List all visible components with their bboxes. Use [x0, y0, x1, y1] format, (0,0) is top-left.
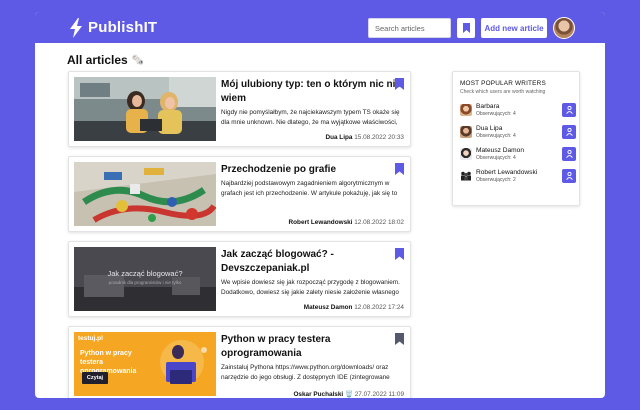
article-author[interactable]: Oskar Puchalski	[293, 391, 343, 398]
writer-item[interactable]: Robert Lewandowski Obserwujących: 2	[460, 168, 576, 184]
panel-title: MOST POPULAR WRITERS	[460, 80, 546, 87]
writer-item[interactable]: Dua Lipa Obserwujących: 4	[460, 124, 576, 140]
article-thumbnail: testuj.pl Python w pracy testera oprogra…	[74, 332, 216, 396]
newspaper-emoji: 🗞️	[131, 54, 145, 66]
article-title[interactable]: Mój ulubiony typ: ten o którym nic nie w…	[221, 78, 401, 105]
follow-writer-button[interactable]	[562, 103, 576, 117]
article-date: 12.08.2022 17:24	[354, 304, 404, 311]
bookmark-icon[interactable]	[395, 333, 404, 345]
writer-item[interactable]: Mateusz Damon Obserwujących: 4	[460, 146, 576, 162]
writer-name[interactable]: Mateusz Damon	[476, 147, 524, 154]
article-meta: Oskar Puchalski 🗑️ 27.07.2022 11:09	[293, 390, 404, 398]
article-description: Nigdy nie pomyślałbym, że najciekawszym …	[221, 109, 400, 126]
article-title[interactable]: Jak zacząć blogować? - Devszczepaniak.pl	[221, 248, 401, 275]
article-author[interactable]: Dua Lipa	[325, 134, 352, 141]
page-title: All articles 🗞️	[67, 53, 144, 67]
bookmark-icon[interactable]	[395, 78, 404, 90]
lightning-logo-icon[interactable]	[69, 18, 83, 38]
user-icon	[565, 150, 573, 158]
thumbnail-caption: Jak zacząć blogować?	[107, 269, 183, 278]
bookmark-icon[interactable]	[395, 248, 404, 260]
article-card[interactable]: Przechodzenie po grafie Najbardziej pods…	[68, 156, 411, 232]
user-icon	[565, 172, 573, 180]
bookmarks-button[interactable]	[457, 18, 475, 38]
writer-name[interactable]: Dua Lipa	[476, 125, 502, 132]
writer-avatar	[460, 104, 472, 116]
bookmark-icon	[462, 23, 470, 33]
writer-followers: Obserwujących: 4	[476, 111, 516, 117]
writer-avatar	[460, 170, 472, 182]
article-meta: Robert Lewandowski 12.08.2022 18:02	[289, 219, 404, 226]
bookmark-icon[interactable]	[395, 163, 404, 175]
article-description: Najbardziej podstawowym zagadnieniem alg…	[221, 180, 398, 197]
article-description: We wpisie dowiesz się jak rozpocząć przy…	[221, 279, 400, 296]
user-icon	[565, 106, 573, 114]
article-meta: Dua Lipa 15.08.2022 20:33	[325, 134, 404, 141]
user-icon	[565, 128, 573, 136]
writer-followers: Obserwujących: 4	[476, 133, 516, 139]
search-input[interactable]	[368, 18, 451, 38]
follow-writer-button[interactable]	[562, 147, 576, 161]
article-thumbnail	[74, 77, 216, 141]
article-title[interactable]: Przechodzenie po grafie	[221, 163, 401, 177]
article-date: 15.08.2022 20:33	[354, 134, 404, 141]
page-title-text: All articles	[67, 53, 128, 67]
article-thumbnail	[74, 162, 216, 226]
follow-writer-button[interactable]	[562, 169, 576, 183]
thumbnail-read-button: Czytaj	[82, 372, 108, 384]
panel-subtitle: Check which users are worth watching	[460, 89, 546, 95]
writer-followers: Obserwujących: 4	[476, 155, 516, 161]
article-card[interactable]: Mój ulubiony typ: ten o którym nic nie w…	[68, 71, 411, 147]
thumbnail-brand: testuj.pl	[78, 335, 103, 342]
article-author[interactable]: Robert Lewandowski	[289, 219, 353, 226]
article-author[interactable]: Mateusz Damon	[304, 304, 353, 311]
writer-name[interactable]: Barbara	[476, 103, 499, 110]
writer-followers: Obserwujących: 2	[476, 177, 516, 183]
app-window: PublishIT Add new article All articles 🗞…	[35, 12, 605, 398]
thumbnail-subcaption: poradnik dla programistów i nie tylko	[108, 280, 182, 285]
add-article-button[interactable]: Add new article	[481, 18, 547, 38]
follow-writer-button[interactable]	[562, 125, 576, 139]
top-navbar: PublishIT Add new article	[35, 12, 605, 43]
writer-name[interactable]: Robert Lewandowski	[476, 169, 537, 176]
article-card[interactable]: Jak zacząć blogować? poradnik dla progra…	[68, 241, 411, 317]
article-title[interactable]: Python w pracy testera oprogramowania	[221, 333, 401, 360]
article-description: Zainstaluj Pythona https://www.python.or…	[221, 364, 390, 381]
writer-avatar	[460, 126, 472, 138]
article-meta: Mateusz Damon 12.08.2022 17:24	[304, 304, 404, 311]
popular-writers-panel: MOST POPULAR WRITERS Check which users a…	[452, 71, 580, 206]
article-thumbnail: Jak zacząć blogować? poradnik dla progra…	[74, 247, 216, 311]
article-card[interactable]: testuj.pl Python w pracy testera oprogra…	[68, 326, 411, 398]
author-emoji: 🗑️	[344, 391, 353, 398]
brand-name[interactable]: PublishIT	[88, 19, 157, 36]
writer-avatar	[460, 148, 472, 160]
writer-item[interactable]: Barbara Obserwujących: 4	[460, 102, 576, 118]
user-avatar[interactable]	[553, 17, 575, 39]
article-date: 12.08.2022 18:02	[354, 219, 404, 226]
article-date: 27.07.2022 11:09	[354, 391, 404, 398]
